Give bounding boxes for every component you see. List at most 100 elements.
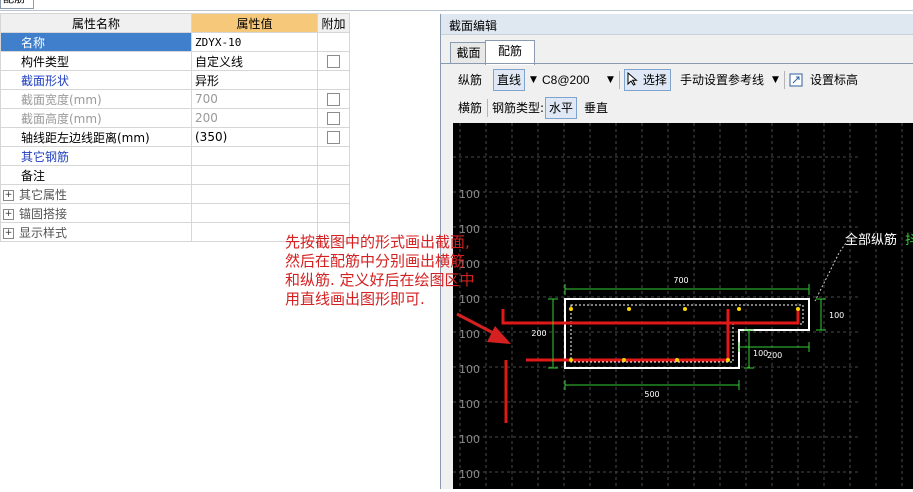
spec-input[interactable]: C8@200 (542, 70, 590, 90)
rebar-node (796, 307, 800, 311)
rebar-node (569, 358, 573, 362)
tab-section[interactable]: 截面 (450, 42, 487, 64)
dialog-title: 截面编辑 (449, 19, 498, 33)
toolbar-separator (487, 99, 488, 117)
grid-label: 100 (459, 433, 480, 446)
rebar-lines[interactable] (501, 309, 800, 423)
row-label: 名称 (0, 32, 192, 52)
row-value[interactable]: ZDYX-10 (191, 32, 318, 52)
row-other-rebar[interactable]: 其它钢筋 (0, 146, 350, 166)
dim-top-label: 700 (673, 276, 688, 285)
set-elevation-icon[interactable] (789, 72, 805, 88)
group-other-properties[interactable]: + 其它属性 (0, 184, 350, 204)
reference-dropdown-icon[interactable]: ▼ (772, 70, 779, 90)
line-button[interactable]: 直线 (493, 69, 526, 91)
attach-checkbox[interactable] (327, 93, 340, 106)
group-title: 显示样式 (19, 225, 68, 240)
manual-reference-button[interactable]: 手动设置参考线 (680, 70, 764, 90)
vertical-button[interactable]: 垂直 (584, 98, 608, 118)
tab-rebar[interactable]: 配筋 (485, 40, 535, 65)
row-extra (317, 146, 350, 166)
group-extra (317, 184, 350, 204)
header-extra[interactable]: 附加 (317, 13, 350, 33)
top-tab[interactable]: 配筋 (0, 0, 34, 9)
grid-label: 100 (459, 188, 480, 201)
toolbar-separator (784, 71, 785, 89)
row-value: 200 (191, 108, 318, 128)
dim-left-label: 200 (531, 329, 546, 338)
annotation-note: 先按截图中的形式画出截面, 然后在配筋中分别画出横筋 和纵筋. 定义好后在绘图区… (285, 233, 555, 309)
spec-dropdown-icon[interactable]: ▼ (607, 70, 614, 90)
row-extra (317, 127, 350, 147)
rebar-callout-tail: 抖 (905, 233, 913, 248)
rebar-node (737, 307, 741, 311)
row-extra (317, 89, 350, 109)
row-value[interactable]: (350) (191, 127, 318, 147)
row-extra (317, 51, 350, 71)
header-name[interactable]: 属性名称 (0, 13, 192, 33)
dim-bottom (564, 380, 740, 390)
header-value[interactable]: 属性值 (191, 13, 318, 33)
property-grid: 属性名称 属性值 附加 名称 ZDYX-10 构件类型 自定义线 截面形状 异形… (0, 13, 350, 242)
row-section-width[interactable]: 截面宽度(mm) 700 (0, 89, 350, 109)
row-section-height[interactable]: 截面高度(mm) 200 (0, 108, 350, 128)
dim-bottom-label: 500 (644, 390, 659, 399)
expand-icon[interactable]: + (3, 189, 14, 201)
dim-left (548, 298, 558, 369)
line-dropdown-icon[interactable]: ▼ (530, 70, 537, 90)
rebar-node (683, 307, 687, 311)
dim-step-v-label: 100 (753, 349, 768, 358)
row-name[interactable]: 名称 ZDYX-10 (0, 32, 350, 52)
annotation-line: 先按截图中的形式画出截面, (285, 233, 470, 251)
attach-checkbox[interactable] (327, 131, 340, 144)
dimension-labels: 700 200 100 100 200 500 (531, 276, 844, 399)
rebar-node (675, 358, 679, 362)
attach-checkbox[interactable] (327, 55, 340, 68)
row-value: 700 (191, 89, 318, 109)
transverse-label: 横筋 (458, 101, 483, 115)
row-label: 截面高度(mm) (0, 108, 192, 128)
toolbar-separator (619, 71, 620, 89)
group-extra (317, 203, 350, 223)
select-button[interactable]: 选择 (624, 69, 671, 91)
annotation-line: 然后在配筋中分别画出横筋 (285, 252, 466, 270)
row-component-type[interactable]: 构件类型 自定义线 (0, 51, 350, 71)
select-button-label: 选择 (642, 73, 667, 87)
dim-step-h-label: 200 (767, 351, 782, 360)
rebar-node (726, 358, 730, 362)
grid-header: 属性名称 属性值 附加 (0, 13, 350, 33)
row-value[interactable]: 自定义线 (191, 51, 318, 71)
row-remark[interactable]: 备注 (0, 165, 350, 185)
group-title: 其它属性 (19, 187, 68, 202)
row-label: 截面形状 (0, 70, 192, 90)
set-elevation-button[interactable]: 设置标高 (810, 70, 858, 90)
callout-leader (814, 239, 849, 302)
longitudinal-label: 纵筋 (458, 73, 483, 87)
row-section-shape[interactable]: 截面形状 异形 (0, 70, 350, 90)
rebar-bottom[interactable] (526, 309, 730, 362)
group-value (191, 184, 318, 204)
row-value[interactable] (191, 165, 318, 185)
row-value[interactable] (191, 146, 318, 166)
row-label: 截面宽度(mm) (0, 89, 192, 109)
row-value[interactable]: 异形 (191, 70, 318, 90)
grid-label: 100 (459, 468, 480, 481)
tab-divider (441, 63, 913, 64)
row-axis-offset[interactable]: 轴线距左边线距离(mm) (350) (0, 127, 350, 147)
rebar-type-label: 钢筋类型: (492, 101, 545, 115)
expand-icon[interactable]: + (3, 208, 14, 220)
annotation-line: 用直线画出图形即可. (285, 290, 425, 308)
rebar-node (622, 358, 626, 362)
attach-checkbox[interactable] (327, 112, 340, 125)
group-label: + 显示样式 (0, 222, 192, 242)
rebar-top[interactable] (501, 309, 800, 325)
horizontal-button[interactable]: 水平 (545, 97, 578, 119)
annotation-line: 和纵筋. 定义好后在绘图区中 (285, 271, 475, 289)
expand-icon[interactable]: + (3, 227, 14, 239)
group-anchorage[interactable]: + 锚固搭接 (0, 203, 350, 223)
group-title: 锚固搭接 (19, 206, 68, 221)
dialog-titlebar: 截面编辑 (441, 14, 913, 35)
row-label: 备注 (0, 165, 192, 185)
row-label: 轴线距左边线距离(mm) (0, 127, 192, 147)
rebar-node (627, 307, 631, 311)
